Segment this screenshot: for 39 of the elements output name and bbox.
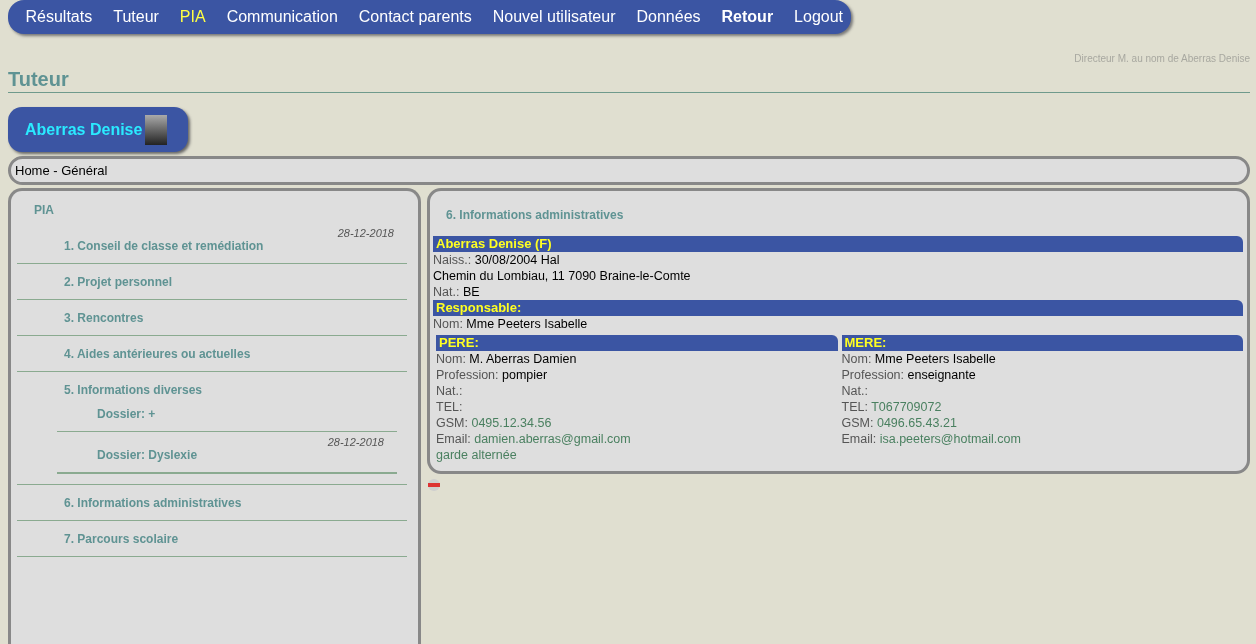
field-text: Nom: Mme Peeters Isabelle: [841, 351, 997, 367]
field-text: Nat.:: [436, 383, 464, 399]
nav-link[interactable]: Nouvel utilisateur: [482, 8, 626, 26]
student-name: Aberras Denise: [25, 120, 143, 139]
nav-link[interactable]: Données: [626, 8, 712, 26]
date-text: 28-12-2018: [336, 227, 395, 239]
field-text: Naiss.: 30/08/2004 Hal: [433, 252, 561, 268]
nav-link[interactable]: Retour: [711, 8, 784, 26]
section-header: Responsable:: [433, 300, 1243, 316]
date-text: 28-12-2018: [326, 436, 385, 448]
section-header: MERE:: [841, 335, 1243, 351]
field-text: GSM: 0495.12.34.56: [436, 415, 553, 431]
photo-placeholder: [145, 114, 168, 145]
pdf-icon[interactable]: [427, 478, 441, 492]
field-text: Email: damien.aberras@gmail.com: [436, 431, 632, 447]
nav-link[interactable]: PIA: [169, 8, 217, 26]
nav-link[interactable]: Tuteur: [102, 8, 170, 26]
field-text: TEL: T067709072: [841, 399, 943, 415]
nav-link[interactable]: Résultats: [15, 8, 103, 26]
nav-link[interactable]: Communication: [216, 8, 349, 26]
field-text: Nat.: BE: [433, 284, 481, 300]
field-text: Profession: enseignante: [841, 367, 977, 383]
field-text: Nom: Mme Peeters Isabelle: [433, 316, 589, 332]
field-text: Nom: M. Aberras Damien: [436, 351, 578, 367]
section-header: Aberras Denise (F): [433, 236, 1243, 252]
sidebar-title: PIA: [33, 203, 55, 219]
field-text: Chemin du Lombiau, 11 7090 Braine-le-Comte: [433, 268, 692, 284]
nav-link[interactable]: Contact parents: [348, 8, 483, 26]
field-text: Nat.:: [841, 383, 869, 399]
field-text: GSM: 0496.65.43.21: [841, 415, 958, 431]
nav-link[interactable]: Logout: [783, 8, 854, 26]
breadcrumb: Home - Général: [8, 156, 1250, 185]
field-text: Email: isa.peeters@hotmail.com: [841, 431, 1022, 447]
field-text: TEL:: [436, 399, 464, 415]
page-title: Tuteur: [8, 68, 1250, 93]
field-text: garde alternée: [436, 447, 518, 463]
details-title: 6. Informations administratives: [445, 207, 625, 224]
section-header: PERE:: [436, 335, 838, 351]
field-text: Profession: pompier: [436, 367, 549, 383]
